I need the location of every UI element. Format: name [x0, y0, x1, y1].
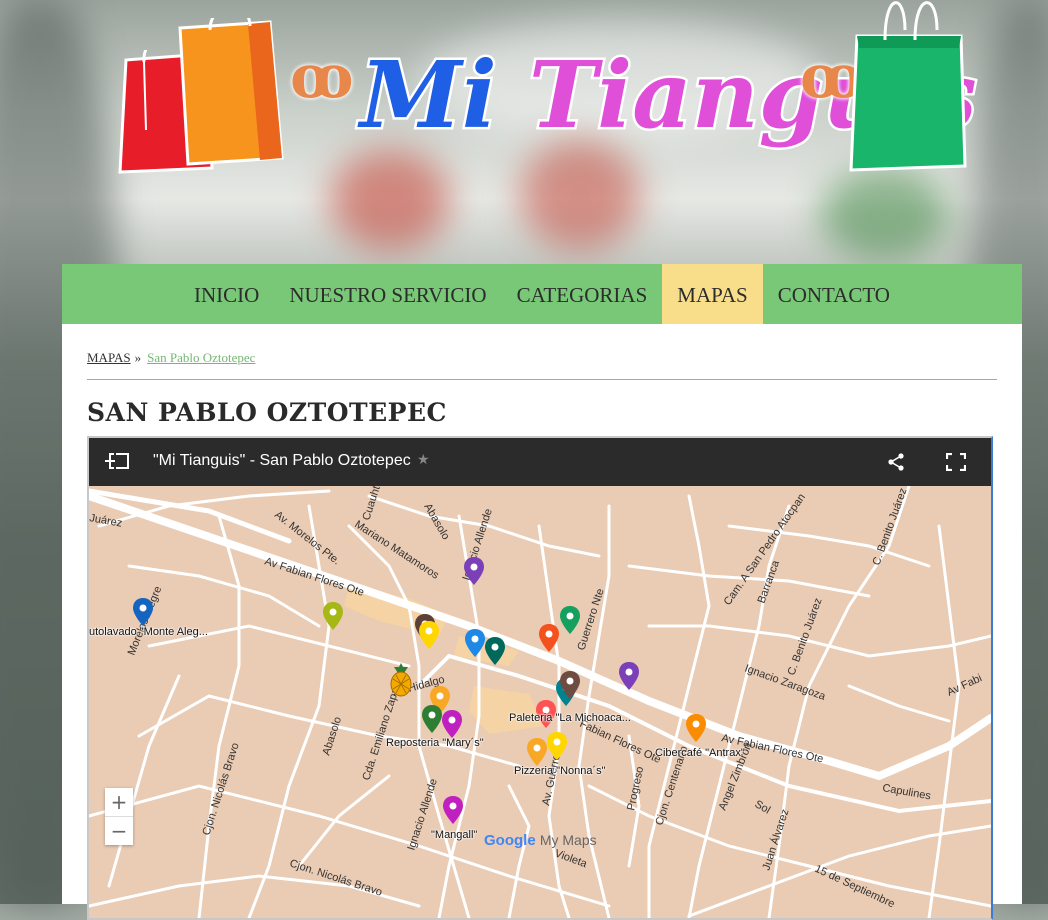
map-pin-dark-green[interactable]	[422, 705, 442, 733]
zoom-in-button[interactable]: +	[105, 788, 133, 816]
logo-word-mi: Mi	[358, 39, 500, 152]
nav-item-mapas[interactable]: MAPAS	[662, 264, 763, 324]
star-icon[interactable]: ★	[417, 452, 430, 468]
google-my-maps-logo: Google My Maps	[484, 832, 597, 849]
map-pin-purple[interactable]	[464, 557, 484, 585]
pineapple-icon[interactable]	[389, 663, 413, 697]
map-toolbar: "Mi Tianguis" - San Pablo Oztotepec ★	[89, 438, 991, 486]
map-pin-amber-2[interactable]	[527, 738, 547, 766]
share-icon[interactable]	[887, 453, 905, 471]
site-logo[interactable]: ꝏ Mi Tianguis ꝏ	[110, 0, 979, 200]
zoom-controls: + −	[105, 788, 133, 845]
map-pin-orange-2[interactable]	[686, 714, 706, 742]
nav-item-inicio[interactable]: INICIO	[179, 264, 274, 324]
map-pin-olive[interactable]	[323, 602, 343, 630]
main-navigation: INICIO NUESTRO SERVICIO CATEGORIAS MAPAS…	[62, 264, 1022, 324]
nav-item-contacto[interactable]: CONTACTO	[763, 264, 905, 324]
breadcrumb-separator: »	[134, 350, 142, 365]
map-pin-magenta-2[interactable]	[443, 796, 463, 824]
map-pin-blue[interactable]	[133, 598, 153, 626]
map-title[interactable]: "Mi Tianguis" - San Pablo Oztotepec	[153, 452, 411, 470]
embedded-map[interactable]: "Mi Tianguis" - San Pablo Oztotepec ★ Av…	[87, 436, 993, 920]
map-pin-yellow-2[interactable]	[547, 732, 567, 760]
my-maps-label: My Maps	[539, 832, 597, 848]
fullscreen-icon[interactable]	[946, 453, 966, 471]
left-swirl-ornament: ꝏ	[290, 42, 354, 112]
map-pin-magenta[interactable]	[442, 710, 462, 738]
map-pin-yellow[interactable]	[419, 621, 439, 649]
breadcrumb-mapas-link[interactable]: MAPAS	[87, 350, 131, 365]
place-label-cibercafe[interactable]: Cibercafé "Antrax"	[655, 747, 745, 759]
map-pin-teal[interactable]	[485, 637, 505, 665]
orange-shopping-bag-icon	[178, 18, 284, 166]
place-label-mangall[interactable]: "Mangall"	[431, 829, 477, 841]
map-pin-green[interactable]	[560, 606, 580, 634]
main-content-panel: INICIO NUESTRO SERVICIO CATEGORIAS MAPAS…	[62, 264, 1022, 920]
map-pin-orange[interactable]	[539, 624, 559, 652]
breadcrumb-current-page[interactable]: San Pablo Oztotepec	[147, 350, 255, 365]
map-pin-light-blue[interactable]	[465, 629, 485, 657]
place-label-reposteria[interactable]: Reposteria "Mary´s"	[386, 737, 484, 749]
breadcrumb: MAPAS» San Pablo Oztotepec	[87, 350, 255, 366]
map-pin-dark-brown[interactable]	[560, 671, 580, 699]
green-shopping-bag-icon	[849, 1, 967, 172]
breadcrumb-divider	[87, 379, 997, 380]
place-label-autolavado[interactable]: utolavado "Monte Aleg...	[89, 626, 208, 638]
nav-item-categorias[interactable]: CATEGORIAS	[502, 264, 663, 324]
place-label-pizzeria[interactable]: Pizzeria "Nonna´s"	[514, 765, 606, 777]
page-title: SAN PABLO OZTOTEPEC	[87, 398, 447, 427]
map-legend-toggle-icon[interactable]	[105, 453, 129, 469]
google-brand: Google	[484, 832, 536, 849]
nav-item-nuestro-servicio[interactable]: NUESTRO SERVICIO	[274, 264, 501, 324]
place-label-paleteria[interactable]: Paleteria "La Michoaca...	[509, 712, 631, 724]
zoom-out-button[interactable]: −	[105, 817, 133, 845]
map-pin-violet[interactable]	[619, 662, 639, 690]
